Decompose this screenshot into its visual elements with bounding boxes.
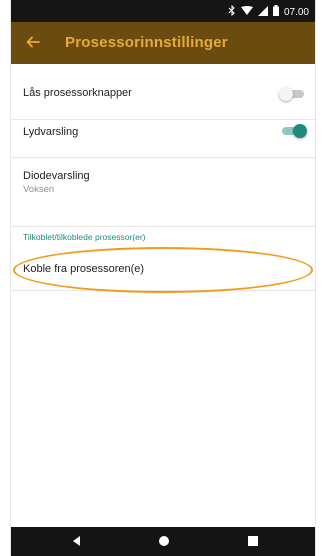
sound-alert-label: Lydvarsling <box>23 126 79 138</box>
status-time: 07.00 <box>283 6 309 18</box>
back-arrow-icon[interactable] <box>25 34 41 50</box>
lock-buttons-label: Lås prosessorknapper <box>23 87 132 99</box>
bluetooth-icon <box>228 4 236 19</box>
sound-alert-switch[interactable] <box>279 124 307 138</box>
diode-alert-value: Voksen <box>23 184 55 195</box>
status-bar: 07.00 <box>11 0 315 22</box>
setting-row-sound-alert[interactable]: Lydvarsling <box>11 120 315 158</box>
signal-icon <box>257 5 268 19</box>
switch-thumb <box>293 124 307 138</box>
back-triangle-icon[interactable] <box>73 536 80 546</box>
highlight-ellipse <box>13 247 313 293</box>
setting-row-lock-buttons[interactable]: Lås prosessorknapper <box>11 64 315 120</box>
navigation-bar <box>11 527 315 556</box>
app-bar: Prosessorinnstillinger <box>11 22 315 64</box>
battery-icon <box>272 5 279 19</box>
recents-square-icon[interactable] <box>248 536 258 546</box>
setting-row-diode-alert[interactable]: Diodevarsling Voksen <box>11 158 315 227</box>
diode-alert-label: Diodevarsling <box>23 170 90 182</box>
phone-screen: 07.00 Prosessorinnstillinger Lås prosess… <box>10 0 316 556</box>
wifi-icon <box>240 5 253 19</box>
lock-buttons-switch[interactable] <box>279 87 307 101</box>
page-title: Prosessorinnstillinger <box>65 34 228 51</box>
switch-thumb <box>279 87 293 101</box>
status-icons: 07.00 <box>228 4 309 19</box>
connected-processors-header: Tilkoblet/tilkoblede prosessor(er) <box>23 232 146 242</box>
home-circle-icon[interactable] <box>159 536 169 546</box>
